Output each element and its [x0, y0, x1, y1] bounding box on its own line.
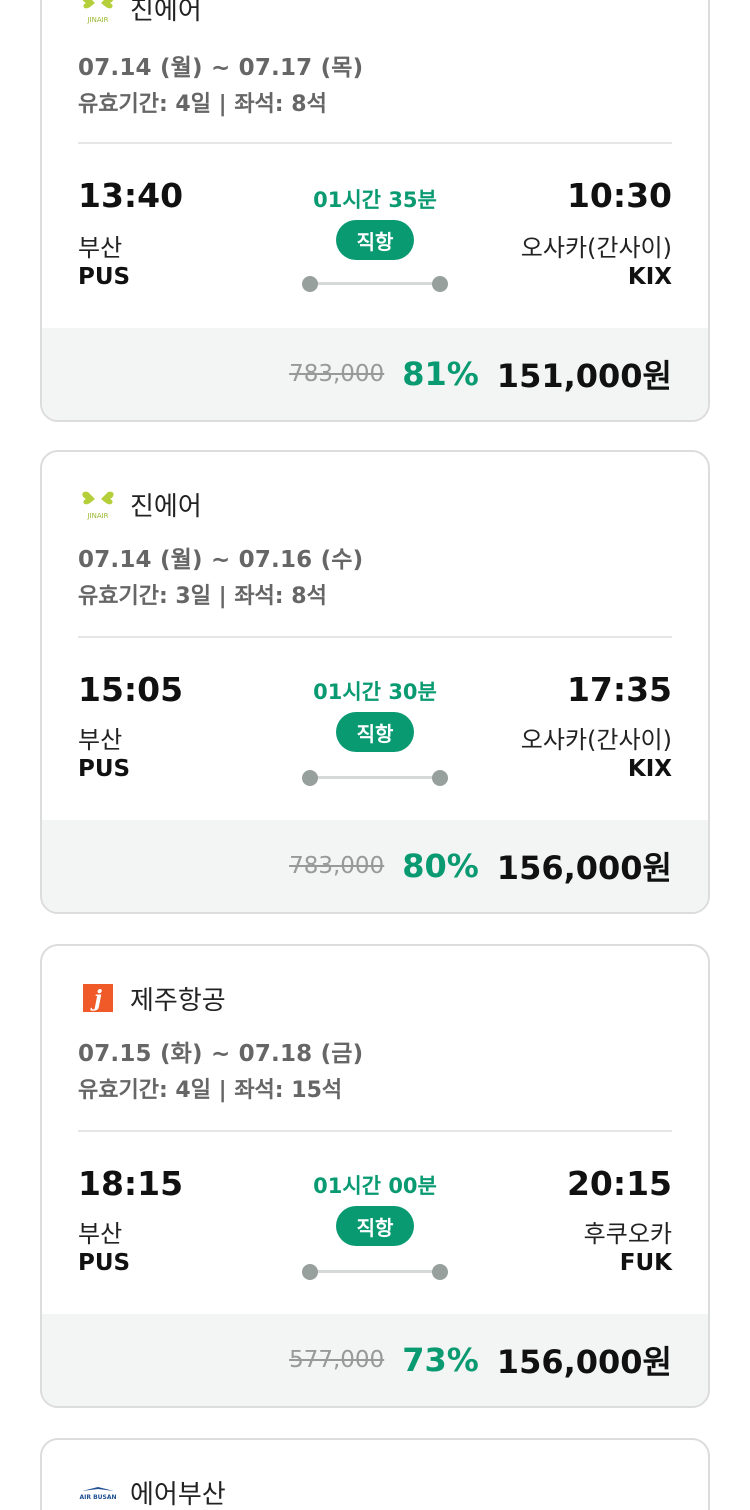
validity-seats: 유효기간: 4일 | 좌석: 15석 [78, 1078, 343, 1103]
route-line [302, 770, 448, 786]
flight-card[interactable]: j 제주항공 07.15 (화) ~ 07.18 (금) 유효기간: 4일 | … [40, 944, 710, 1408]
discount-rate: 80% [402, 847, 479, 885]
arrival-code: FUK [619, 1250, 672, 1276]
direct-flight-badge: 직항 [336, 220, 414, 260]
jinair-butterfly-logo-icon: JINAIR [78, 0, 118, 24]
original-price: 783,000 [289, 361, 385, 387]
direct-flight-badge: 직항 [336, 712, 414, 752]
divider [78, 142, 672, 144]
departure-city: 부산 [78, 234, 123, 262]
svg-text:JINAIR: JINAIR [86, 16, 108, 24]
arrival-city: 오사카(간사이) [520, 726, 672, 754]
arrival-time: 20:15 [566, 1164, 672, 1203]
airline-name: 에어부산 [130, 1479, 226, 1510]
arrival-city: 오사카(간사이) [520, 234, 672, 262]
original-price: 783,000 [289, 853, 385, 879]
departure-city: 부산 [78, 726, 123, 754]
jinair-butterfly-logo-icon: JINAIR [78, 488, 118, 520]
discount-rate: 73% [402, 1341, 479, 1379]
price-panel: 783,000 80% 156,000원 [42, 820, 708, 912]
travel-dates: 07.15 (화) ~ 07.18 (금) [78, 1041, 364, 1067]
airline-row: JINAIR 진에어 [78, 484, 202, 524]
flight-card[interactable]: AIR BUSAN 에어부산 [40, 1438, 710, 1510]
final-price: 156,000원 [496, 849, 672, 887]
price-panel: 577,000 73% 156,000원 [42, 1314, 708, 1406]
airline-name: 진에어 [130, 491, 202, 522]
divider [78, 636, 672, 638]
flight-list: JINAIR 진에어 07.14 (월) ~ 07.17 (목) 유효기간: 4… [0, 0, 750, 1510]
validity-seats: 유효기간: 4일 | 좌석: 8석 [78, 92, 327, 117]
airline-row: JINAIR 진에어 [78, 0, 202, 28]
final-price: 151,000원 [496, 357, 672, 395]
svg-text:AIR BUSAN: AIR BUSAN [79, 1494, 116, 1501]
flight-card[interactable]: JINAIR 진에어 07.14 (월) ~ 07.16 (수) 유효기간: 3… [40, 450, 710, 914]
arrival-code: KIX [627, 756, 672, 782]
airline-name: 진에어 [130, 0, 202, 26]
departure-code: PUS [78, 756, 131, 782]
price-panel: 783,000 81% 151,000원 [42, 328, 708, 420]
airline-name: 제주항공 [130, 985, 226, 1016]
arrival-time: 17:35 [566, 670, 672, 709]
divider [78, 1130, 672, 1132]
arrival-city: 후쿠오카 [583, 1220, 672, 1248]
departure-code: PUS [78, 264, 131, 290]
original-price: 577,000 [289, 1347, 385, 1373]
airline-row: j 제주항공 [78, 978, 226, 1018]
arrival-time: 10:30 [566, 176, 672, 215]
arrival-code: KIX [627, 264, 672, 290]
travel-dates: 07.14 (월) ~ 07.17 (목) [78, 55, 364, 81]
airbusan-logo-icon: AIR BUSAN [78, 1476, 118, 1508]
airline-row: AIR BUSAN 에어부산 [78, 1472, 226, 1510]
svg-text:JINAIR: JINAIR [86, 512, 108, 520]
route-line [302, 1264, 448, 1280]
departure-city: 부산 [78, 1220, 123, 1248]
travel-dates: 07.14 (월) ~ 07.16 (수) [78, 547, 364, 573]
direct-flight-badge: 직항 [336, 1206, 414, 1246]
flight-card[interactable]: JINAIR 진에어 07.14 (월) ~ 07.17 (목) 유효기간: 4… [40, 0, 710, 422]
jejuair-logo-icon: j [78, 982, 118, 1014]
validity-seats: 유효기간: 3일 | 좌석: 8석 [78, 584, 327, 609]
discount-rate: 81% [402, 355, 479, 393]
departure-code: PUS [78, 1250, 131, 1276]
final-price: 156,000원 [496, 1343, 672, 1381]
route-line [302, 276, 448, 292]
